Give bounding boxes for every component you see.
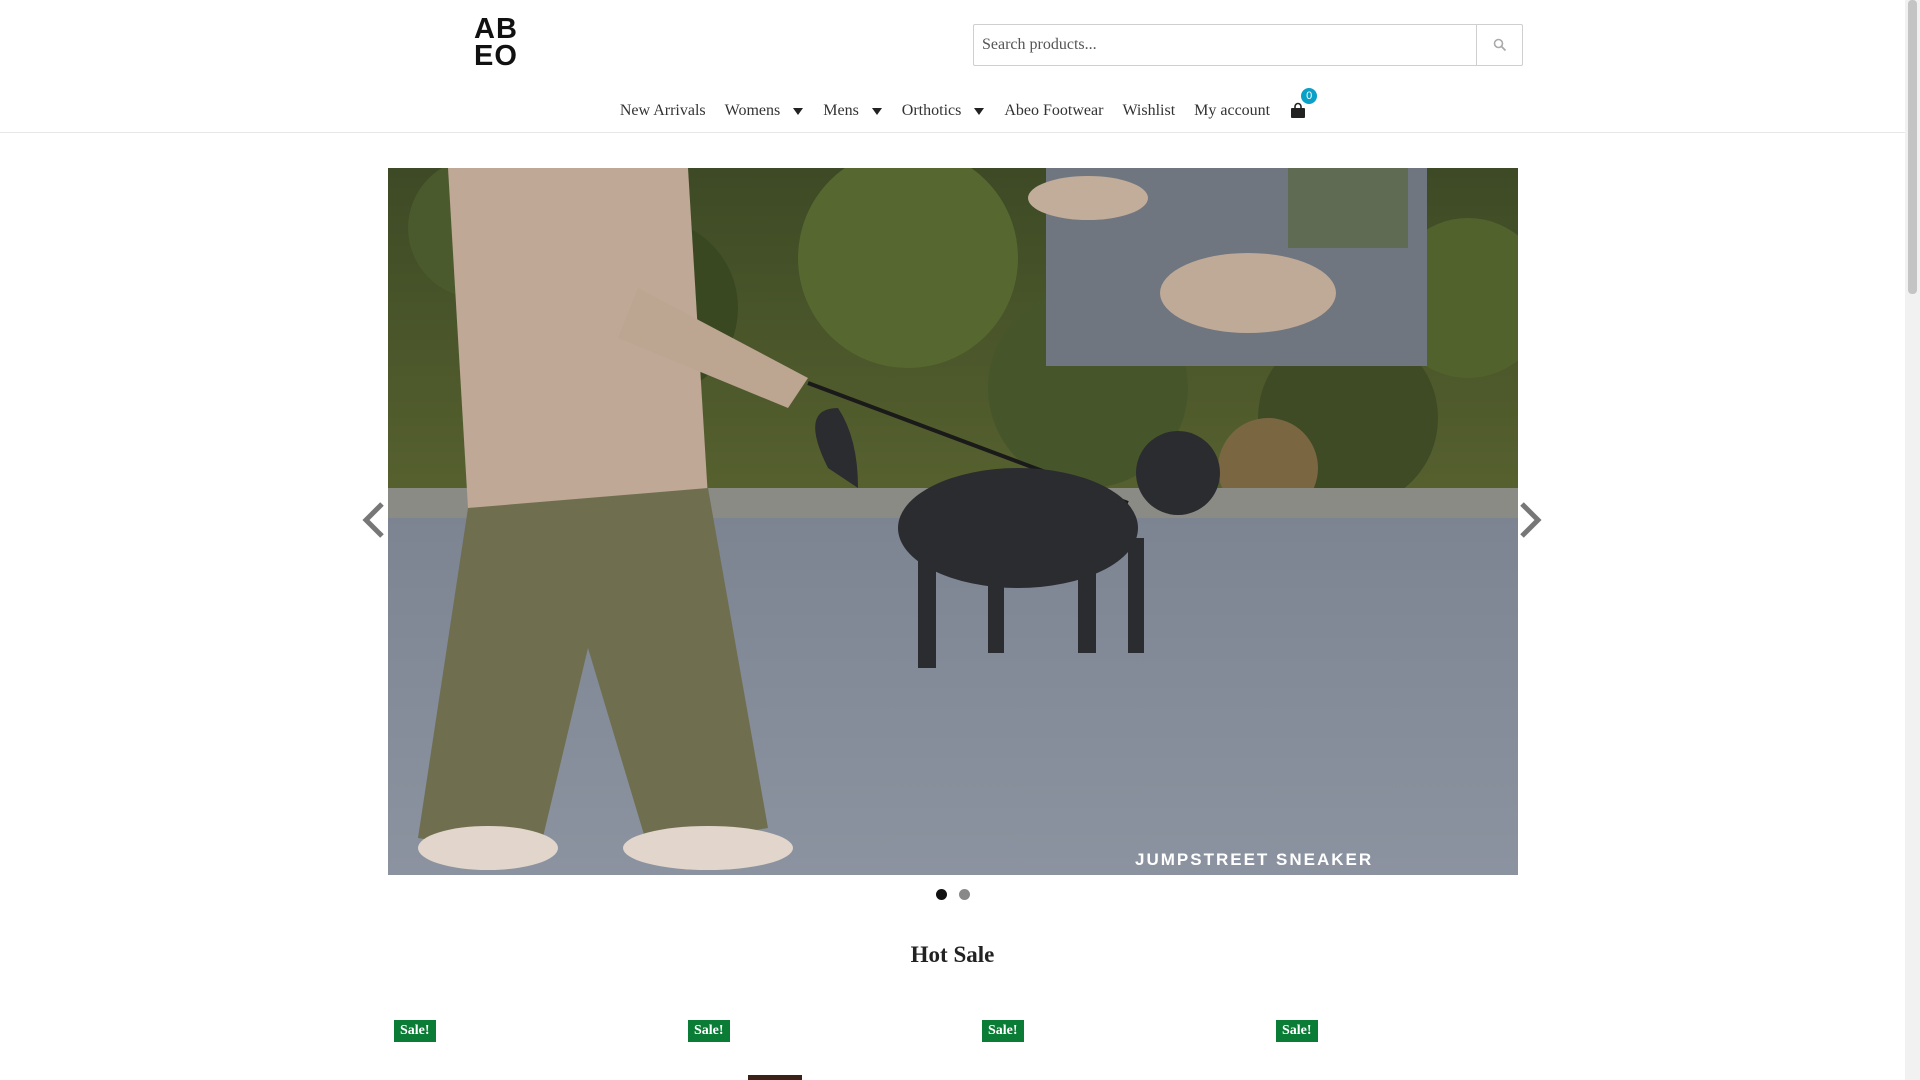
nav-item-womens[interactable]: Womens xyxy=(725,102,805,120)
nav-menu: New Arrivals Womens Mens Orthotics Abeo … xyxy=(610,88,1318,121)
slider-prev-button[interactable] xyxy=(362,500,386,540)
dropdown-caret-icon xyxy=(871,107,882,115)
hot-sale-products: Sale! Sale! Sale! Sale! xyxy=(388,1020,1518,1080)
slider-next-button[interactable] xyxy=(1518,500,1542,540)
hot-sale-heading: Hot Sale xyxy=(910,942,995,967)
sale-badge: Sale! xyxy=(1276,1020,1318,1042)
logo-line-2: EO xyxy=(474,40,518,72)
cart-count-badge: 0 xyxy=(1301,88,1318,104)
chevron-right-icon xyxy=(1520,502,1542,538)
dropdown-caret-icon xyxy=(974,107,985,115)
shopping-bag-icon xyxy=(1291,102,1306,118)
sale-badge: Sale! xyxy=(982,1020,1024,1042)
page-scrollbar[interactable] xyxy=(1905,0,1920,1080)
main-navigation: New Arrivals Womens Mens Orthotics Abeo … xyxy=(0,88,1905,127)
scrollbar-thumb[interactable] xyxy=(1908,0,1917,294)
site-header: AB EO New Arrivals Womens Mens Orthotics… xyxy=(0,0,1905,133)
search-form xyxy=(973,24,1523,66)
sale-badge: Sale! xyxy=(394,1020,436,1042)
search-icon xyxy=(1493,38,1506,52)
nav-item-wishlist[interactable]: Wishlist xyxy=(1122,102,1175,120)
dropdown-caret-icon xyxy=(793,107,804,115)
product-card[interactable]: Sale! xyxy=(976,1020,1256,1080)
site-logo[interactable]: AB EO xyxy=(474,14,534,72)
nav-item-abeo-footwear[interactable]: Abeo Footwear xyxy=(1004,102,1103,120)
product-card[interactable]: Sale! xyxy=(682,1020,962,1080)
logo-line-1: AB xyxy=(474,13,518,45)
slider-dot-1[interactable] xyxy=(935,889,947,900)
hero-image xyxy=(388,168,1518,875)
nav-item-mens[interactable]: Mens xyxy=(823,102,883,120)
product-card[interactable]: Sale! xyxy=(1270,1020,1550,1080)
product-image xyxy=(748,1075,802,1080)
slide-caption: JUMPSTREET SNEAKER xyxy=(1135,850,1374,869)
hero-slider[interactable] xyxy=(388,168,1518,875)
slider-dot-2[interactable] xyxy=(958,889,970,900)
nav-item-new-arrivals[interactable]: New Arrivals xyxy=(620,102,706,120)
search-input[interactable] xyxy=(974,25,1476,65)
cart-button[interactable]: 0 xyxy=(1289,88,1318,121)
nav-item-orthotics[interactable]: Orthotics xyxy=(902,102,986,120)
slider-pagination xyxy=(0,889,1905,900)
product-card[interactable]: Sale! xyxy=(388,1020,668,1080)
search-button[interactable] xyxy=(1476,25,1522,65)
nav-item-my-account[interactable]: My account xyxy=(1194,102,1270,120)
chevron-left-icon xyxy=(362,502,384,538)
